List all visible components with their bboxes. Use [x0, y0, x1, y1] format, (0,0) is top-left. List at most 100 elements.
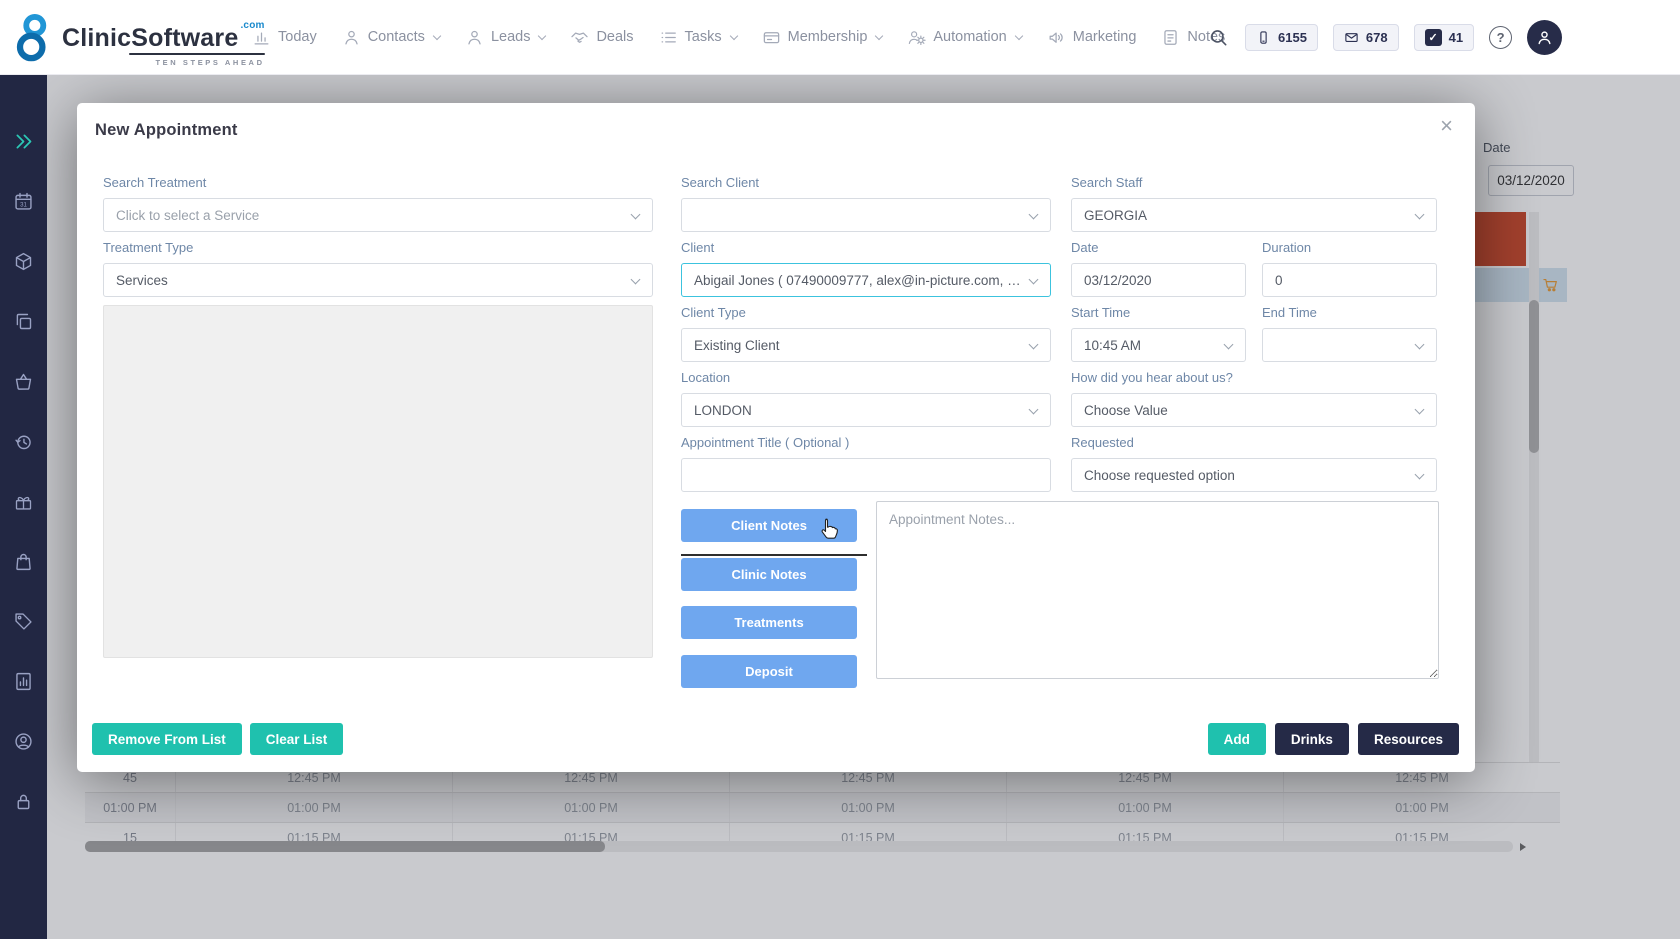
search-treatment-select[interactable]: Click to select a Service [103, 198, 653, 232]
copy-icon [13, 311, 34, 332]
appointment-title-input[interactable] [681, 458, 1051, 492]
app: ClinicSoftware.com TEN STEPS AHEAD Today… [0, 0, 1680, 939]
sidebar-item-bag[interactable] [0, 531, 47, 591]
counter-value: 6155 [1278, 30, 1307, 45]
report-chart-icon [13, 671, 34, 692]
chevron-down-icon [1224, 340, 1234, 350]
end-time-label: End Time [1262, 305, 1437, 321]
close-button[interactable]: × [1440, 115, 1453, 137]
sidebar-item-products[interactable] [0, 231, 47, 291]
sidebar-item-history[interactable] [0, 411, 47, 471]
nav-item-label: Membership [788, 29, 868, 45]
sidebar-item-lock[interactable] [0, 771, 47, 831]
client-type-label: Client Type [681, 305, 1051, 321]
calls-counter-button[interactable]: 6155 [1245, 24, 1318, 51]
duration-label: Duration [1262, 240, 1437, 256]
select-value: 10:45 AM [1084, 338, 1141, 353]
treatment-column: Search Treatment Click to select a Servi… [103, 175, 653, 658]
duration-input[interactable] [1262, 263, 1437, 297]
sidebar-item-basket[interactable] [0, 351, 47, 411]
start-time-label: Start Time [1071, 305, 1246, 321]
check-icon: ✓ [1425, 29, 1442, 46]
person-icon [342, 28, 361, 47]
select-value: Existing Client [694, 338, 780, 353]
date-input[interactable] [1071, 263, 1246, 297]
main-nav: Today Contacts Leads Deals Tasks [252, 0, 1298, 74]
sidebar-item-calendar[interactable]: 31 [0, 171, 47, 231]
chevron-down-icon [1415, 405, 1425, 415]
clinic-notes-button[interactable]: Clinic Notes [681, 558, 857, 591]
add-button[interactable]: Add [1208, 723, 1266, 755]
treatments-button[interactable]: Treatments [681, 606, 857, 639]
nav-item-today[interactable]: Today [252, 28, 317, 47]
start-time-select[interactable]: 10:45 AM [1071, 328, 1246, 362]
service-list [103, 305, 653, 658]
help-button[interactable]: ? [1489, 26, 1512, 49]
search-treatment-label: Search Treatment [103, 175, 653, 191]
nav-item-leads[interactable]: Leads [465, 28, 546, 47]
gift-icon [13, 491, 34, 512]
search-client-select[interactable] [681, 198, 1051, 232]
logo[interactable]: ClinicSoftware.com TEN STEPS AHEAD [10, 12, 265, 67]
select-value: Abigail Jones ( 07490009777, alex@in-pic… [694, 273, 1022, 288]
client-notes-button[interactable]: Client Notes [681, 509, 857, 542]
appointment-title-label: Appointment Title ( Optional ) [681, 435, 1051, 451]
emails-counter-button[interactable]: 678 [1333, 24, 1399, 51]
sidebar-item-expand[interactable] [0, 111, 47, 171]
location-select[interactable]: LONDON [681, 393, 1051, 427]
new-appointment-modal: New Appointment × Search Treatment Click… [77, 103, 1475, 772]
chevron-down-icon [538, 31, 546, 39]
basket-icon [13, 371, 34, 392]
nav-item-label: Automation [933, 29, 1006, 45]
nav-item-deals[interactable]: Deals [570, 28, 633, 47]
treatment-type-label: Treatment Type [103, 240, 653, 256]
search-button[interactable] [1206, 25, 1230, 49]
date-label: Date [1071, 240, 1246, 256]
location-label: Location [681, 370, 1051, 386]
nav-item-marketing[interactable]: Marketing [1047, 28, 1137, 47]
appointment-notes-textarea[interactable] [876, 501, 1439, 679]
nav-item-label: Contacts [368, 29, 425, 45]
help-label: ? [1497, 30, 1505, 45]
left-sidebar: 31 [0, 75, 47, 939]
chevron-down-icon [1029, 275, 1039, 285]
requested-select[interactable]: Choose requested option [1071, 458, 1437, 492]
sidebar-item-copy[interactable] [0, 291, 47, 351]
end-time-select[interactable] [1262, 328, 1437, 362]
card-icon [762, 28, 781, 47]
sidebar-item-reports[interactable] [0, 651, 47, 711]
remove-from-list-button[interactable]: Remove From List [92, 723, 242, 755]
svg-text:31: 31 [20, 201, 27, 208]
resources-button[interactable]: Resources [1358, 723, 1459, 755]
handshake-icon [570, 28, 589, 47]
chevron-down-icon [875, 31, 883, 39]
calendar-icon: 31 [13, 191, 34, 212]
hear-about-select[interactable]: Choose Value [1071, 393, 1437, 427]
brand-name: ClinicSoftware [62, 24, 238, 52]
clear-list-button[interactable]: Clear List [250, 723, 344, 755]
drinks-button[interactable]: Drinks [1275, 723, 1349, 755]
nav-item-automation[interactable]: Automation [907, 28, 1021, 47]
sidebar-item-gift[interactable] [0, 471, 47, 531]
logo-icon [10, 12, 56, 64]
sidebar-item-tags[interactable] [0, 591, 47, 651]
nav-item-membership[interactable]: Membership [762, 28, 883, 47]
modal-footer-left: Remove From List Clear List [92, 723, 343, 755]
deposit-button[interactable]: Deposit [681, 655, 857, 688]
history-clock-icon [13, 431, 34, 452]
search-staff-select[interactable]: GEORGIA [1071, 198, 1437, 232]
client-type-select[interactable]: Existing Client [681, 328, 1051, 362]
account-icon [13, 731, 34, 752]
treatment-type-select[interactable]: Services [103, 263, 653, 297]
profile-avatar[interactable] [1527, 20, 1562, 55]
nav-item-tasks[interactable]: Tasks [659, 28, 737, 47]
navbar-right: 6155 678 ✓ 41 ? [1206, 0, 1562, 74]
shopping-bag-icon [13, 551, 34, 572]
counter-value: 678 [1366, 30, 1388, 45]
sidebar-item-account[interactable] [0, 711, 47, 771]
client-select[interactable]: Abigail Jones ( 07490009777, alex@in-pic… [681, 263, 1051, 297]
nav-item-contacts[interactable]: Contacts [342, 28, 440, 47]
todos-counter-button[interactable]: ✓ 41 [1414, 24, 1474, 51]
nav-item-label: Deals [596, 29, 633, 45]
logo-underline [129, 53, 265, 55]
